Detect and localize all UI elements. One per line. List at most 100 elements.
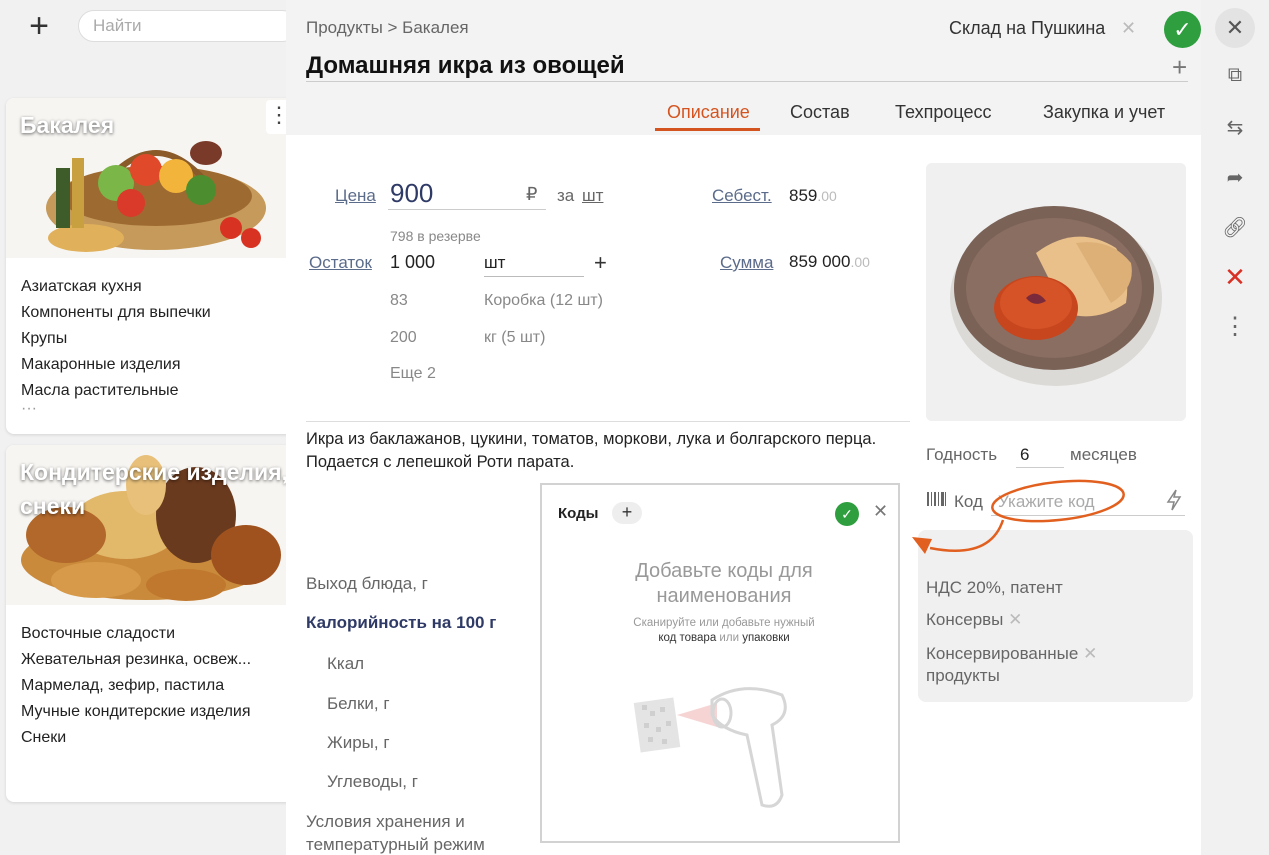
remove-tag-icon[interactable]: ✕ <box>1083 644 1097 663</box>
subcategory-item[interactable]: Компоненты для выпечки <box>21 300 281 326</box>
more-options-icon[interactable]: ⋮ <box>1220 312 1250 341</box>
add-icon[interactable]: + <box>20 9 58 47</box>
category-title-line: снеки <box>20 493 86 519</box>
pack-unit: Коробка (12 шт) <box>484 292 603 309</box>
remove-store-icon[interactable]: ✕ <box>1121 18 1136 39</box>
codes-popup: Коды + ✓ ✕ Добавьте коды для наименовани… <box>540 483 900 843</box>
stock-value[interactable]: 1 000 <box>390 252 435 273</box>
title-underline <box>306 81 1188 82</box>
search-input[interactable]: Найти <box>78 10 298 42</box>
tab-techprocess[interactable]: Техпроцесс <box>895 102 992 123</box>
codes-empty-message: Добавьте коды для наименования <box>582 559 866 609</box>
save-check-icon[interactable]: ✓ <box>1164 11 1201 48</box>
shelf-life-input[interactable]: 6 <box>1020 445 1029 465</box>
swap-icon[interactable]: ⇆ <box>1220 115 1250 140</box>
cost-amount: 859 <box>789 186 818 205</box>
close-panel-button[interactable]: ✕ <box>1215 8 1255 48</box>
barcode-icon <box>927 492 946 506</box>
tag-label: продукты <box>926 666 1000 685</box>
empty-message-line: наименования <box>656 585 792 607</box>
confirm-check-icon[interactable]: ✓ <box>835 502 859 526</box>
tab-purchase[interactable]: Закупка и учет <box>1043 102 1165 123</box>
tab-composition[interactable]: Состав <box>790 102 850 123</box>
code-input[interactable]: Укажите код <box>998 492 1095 512</box>
proteins-label[interactable]: Белки, г <box>327 694 390 714</box>
product-panel: Продукты > Бакалея Домашняя икра из овощ… <box>286 0 1201 855</box>
duplicate-icon[interactable]: ⧉ <box>1220 64 1250 87</box>
more-packs-link[interactable]: Еще 2 <box>390 365 436 383</box>
subcategory-item[interactable]: Макаронные изделия <box>21 352 281 378</box>
product-photo[interactable] <box>926 163 1186 421</box>
subcategory-item[interactable]: Мармелад, зефир, пастила <box>21 673 281 699</box>
fats-label[interactable]: Жиры, г <box>327 733 390 753</box>
calories-header: Калорийность на 100 г <box>306 613 497 632</box>
share-icon[interactable]: ➦ <box>1220 165 1250 190</box>
barcode-scanner-icon <box>633 687 787 808</box>
tag-chip[interactable]: Консервы ✕ <box>926 609 1022 631</box>
delete-icon[interactable]: ✕ <box>1220 262 1250 293</box>
product-title[interactable]: Домашняя икра из овощей <box>306 52 625 80</box>
pack-qty: 83 <box>390 292 408 309</box>
unit-underline <box>484 276 584 277</box>
storage-label[interactable]: Условия хранения и температурный режим <box>306 810 485 855</box>
category-title: Кондитерские изделия, снеки <box>20 455 288 523</box>
output-label[interactable]: Выход блюда, г <box>306 574 428 594</box>
add-icon[interactable]: + <box>1172 52 1187 83</box>
cost-label[interactable]: Себест. <box>712 186 772 206</box>
product-description[interactable]: Икра из баклажанов, цукини, томатов, мор… <box>306 428 916 474</box>
lightning-icon[interactable] <box>1166 489 1182 511</box>
tags-box: НДС 20%, патент Консервы ✕ Консервирован… <box>918 530 1193 702</box>
subcategory-list: Восточные сладости Жевательная резинка, … <box>6 605 296 751</box>
subcategory-item[interactable]: Мучные кондитерские изделия <box>21 699 281 725</box>
kcal-label[interactable]: Ккал <box>327 654 364 674</box>
remove-tag-icon[interactable]: ✕ <box>1008 610 1022 629</box>
cost-cents: .00 <box>817 188 837 204</box>
price-input[interactable]: 900 <box>390 178 433 209</box>
subcategory-item[interactable]: Снеки <box>21 725 281 751</box>
currency-sign: ₽ <box>526 184 538 204</box>
ellipsis-icon: ··· <box>21 404 37 414</box>
tag-label: Консервированные <box>926 644 1079 663</box>
code-underline <box>991 515 1185 516</box>
tab-description[interactable]: Описание <box>667 102 750 123</box>
tax-tag[interactable]: НДС 20%, патент <box>926 577 1063 599</box>
close-icon: ✕ <box>1225 15 1245 40</box>
package-code-link[interactable]: упаковки <box>742 632 790 644</box>
hint-line: Сканируйте или добавьте нужный <box>633 617 815 629</box>
pack-unit: кг (5 шт) <box>484 329 546 346</box>
price-label[interactable]: Цена <box>335 186 376 206</box>
subcategory-item[interactable]: Крупы <box>21 326 281 352</box>
add-unit-icon[interactable]: + <box>594 250 607 276</box>
sum-cents: .00 <box>850 254 870 270</box>
category-image: Бакалея ⋮ <box>6 98 296 258</box>
close-icon[interactable]: ✕ <box>873 501 888 522</box>
subcategory-list: Азиатская кухня Компоненты для выпечки К… <box>6 258 296 414</box>
subcategory-item[interactable]: Азиатская кухня <box>21 274 281 300</box>
stock-unit-select[interactable]: шт <box>484 253 505 273</box>
per-unit-link[interactable]: шт <box>582 186 603 206</box>
shelf-life-unit[interactable]: месяцев <box>1070 445 1137 465</box>
subcategory-item[interactable]: Жевательная резинка, освеж... <box>21 647 281 673</box>
price-underline <box>388 209 546 210</box>
category-card-bakaleya[interactable]: Бакалея ⋮ Азиатская кухня Компоненты для… <box>6 98 296 434</box>
category-card-confectionery[interactable]: Кондитерские изделия, снеки Восточные сл… <box>6 445 296 802</box>
cost-value: 859.00 <box>789 186 837 206</box>
add-code-icon[interactable]: + <box>612 502 642 524</box>
sum-value: 859 000.00 <box>789 252 870 272</box>
store-chip[interactable]: Склад на Пушкина <box>949 18 1105 39</box>
link-icon[interactable]: 🔗︎ <box>1220 215 1250 240</box>
tag-chip[interactable]: Консервированные ✕ продукты <box>926 643 1097 687</box>
stock-label[interactable]: Остаток <box>309 253 372 273</box>
breadcrumb[interactable]: Продукты > Бакалея <box>306 18 469 38</box>
active-tab-indicator <box>655 128 760 131</box>
code-label: Код <box>954 492 983 511</box>
subcategory-item[interactable]: Восточные сладости <box>21 621 281 647</box>
subcategory-item[interactable]: Масла растительные <box>21 378 281 404</box>
codes-popup-title: Коды <box>558 505 599 522</box>
per-text: за <box>557 186 575 205</box>
shelf-life-underline <box>1016 467 1064 468</box>
storage-label-line: температурный режим <box>306 835 485 854</box>
carbs-label[interactable]: Углеводы, г <box>327 772 418 792</box>
sum-label[interactable]: Сумма <box>720 253 773 273</box>
product-code-link[interactable]: код товара <box>658 632 716 644</box>
